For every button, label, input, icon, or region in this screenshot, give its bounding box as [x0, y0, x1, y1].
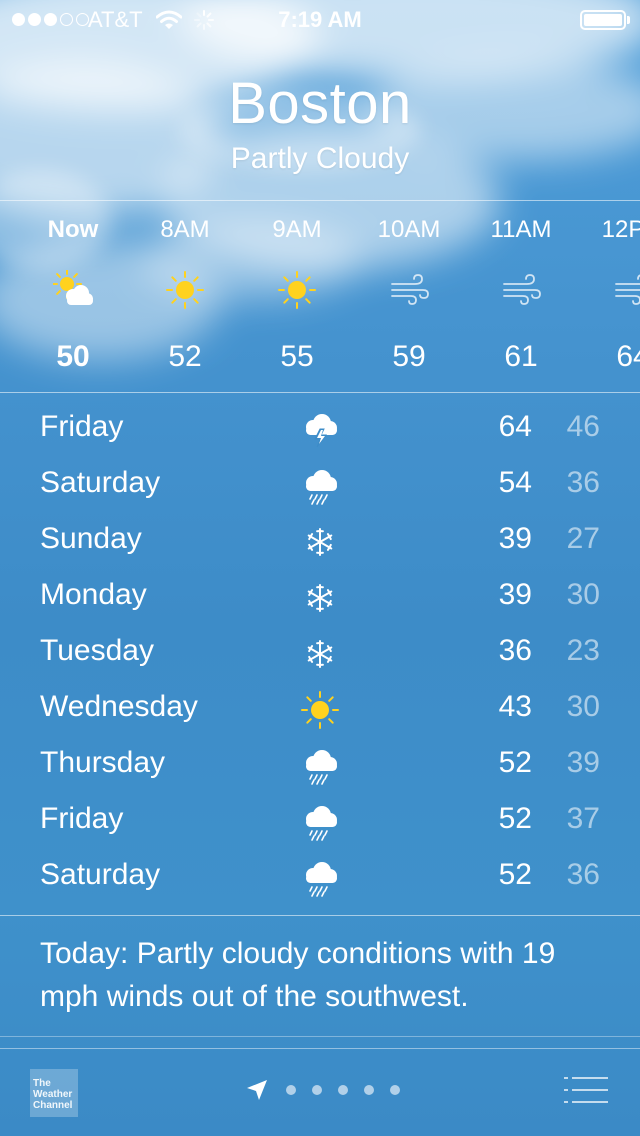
hourly-item: Now 50: [17, 202, 129, 392]
snow-icon: [300, 578, 340, 618]
snow-icon: [300, 522, 340, 562]
hour-temperature: 50: [56, 340, 90, 373]
daily-row: Wednesday 43 30: [0, 680, 640, 736]
wind-icon: [389, 270, 429, 310]
thunderstorm-icon: [300, 410, 340, 450]
high-temperature: 43: [498, 690, 532, 723]
wind-icon: [501, 270, 541, 310]
day-name: Monday: [40, 578, 147, 611]
day-name: Tuesday: [40, 634, 154, 667]
day-name: Wednesday: [40, 690, 198, 723]
rain-icon: [300, 466, 340, 506]
hour-temperature: 64: [616, 340, 640, 373]
high-temperature: 39: [498, 578, 532, 611]
low-temperature: 27: [566, 522, 600, 555]
hour-label: 10AM: [377, 216, 441, 243]
hourly-item: 11AM 61: [465, 202, 577, 392]
hourly-item: 12PM 64: [577, 202, 640, 392]
wind-icon: [613, 270, 640, 310]
logo-line: Channel: [33, 1100, 73, 1111]
low-temperature: 37: [566, 802, 600, 835]
divider-summary: [0, 1036, 640, 1037]
high-temperature: 64: [498, 410, 532, 443]
high-temperature: 52: [498, 746, 532, 779]
sun-icon: [165, 270, 205, 310]
status-time: 7:19 AM: [278, 7, 362, 32]
daily-row: Thursday 52 39: [0, 736, 640, 792]
day-name: Sunday: [40, 522, 142, 555]
day-name: Friday: [40, 802, 124, 835]
hour-temperature: 61: [504, 340, 538, 373]
divider-daily: [0, 915, 640, 916]
daily-row: Sunday 39 27: [0, 512, 640, 568]
low-temperature: 23: [566, 634, 600, 667]
hour-temperature: 52: [168, 340, 202, 373]
hourly-item: 9AM 55: [241, 202, 353, 392]
hour-label: 12PM: [601, 216, 640, 243]
daily-row: Friday 64 46: [0, 400, 640, 456]
hour-temperature: 59: [392, 340, 426, 373]
city-name: Boston: [228, 71, 412, 136]
rain-icon: [300, 746, 340, 786]
rain-icon: [300, 858, 340, 898]
high-temperature: 54: [498, 466, 532, 499]
hourly-forecast[interactable]: Now 508AM529AM5510AM 5911AM 6112PM 64: [0, 202, 640, 392]
battery-icon: [580, 10, 626, 30]
hourly-item: 10AM 59: [353, 202, 465, 392]
low-temperature: 36: [566, 466, 600, 499]
partly-cloudy-icon: [52, 269, 93, 310]
city-list-icon[interactable]: [564, 1076, 608, 1104]
hour-temperature: 55: [280, 340, 314, 373]
hour-label: 9AM: [272, 216, 322, 243]
day-name: Saturday: [40, 858, 161, 891]
high-temperature: 39: [498, 522, 532, 555]
low-temperature: 39: [566, 746, 600, 779]
low-temperature: 30: [566, 578, 600, 611]
high-temperature: 36: [498, 634, 532, 667]
weather-channel-logo[interactable]: The Weather Channel: [30, 1069, 78, 1117]
current-condition: Partly Cloudy: [230, 142, 410, 175]
low-temperature: 36: [566, 858, 600, 891]
page-dot[interactable]: [390, 1085, 400, 1095]
daily-row: Monday 39 30: [0, 568, 640, 624]
divider-top: [0, 200, 640, 201]
status-bar: AT&T 7:19 AM: [0, 0, 640, 40]
day-name: Thursday: [40, 746, 166, 779]
today-summary: Today: Partly cloudy conditions with 19 …: [40, 937, 556, 1013]
day-name: Saturday: [40, 466, 161, 499]
hour-label: Now: [47, 216, 99, 243]
divider-toolbar: [0, 1048, 640, 1049]
page-indicator[interactable]: [246, 1076, 406, 1106]
hourly-item: 8AM 52: [129, 202, 241, 392]
hour-label: 8AM: [160, 216, 210, 243]
page-dot[interactable]: [364, 1085, 374, 1095]
sun-icon: [300, 690, 340, 730]
hour-label: 11AM: [490, 216, 552, 243]
daily-row: Tuesday 36 23: [0, 624, 640, 680]
page-dot[interactable]: [312, 1085, 322, 1095]
logo-line: The: [33, 1078, 51, 1089]
rain-icon: [300, 802, 340, 842]
snow-icon: [300, 634, 340, 674]
sun-icon: [277, 270, 317, 310]
low-temperature: 30: [566, 690, 600, 723]
low-temperature: 46: [566, 410, 600, 443]
daily-row: Friday 52 37: [0, 792, 640, 848]
high-temperature: 52: [498, 802, 532, 835]
logo-line: Weather: [33, 1089, 73, 1100]
high-temperature: 52: [498, 858, 532, 891]
page-dot[interactable]: [338, 1085, 348, 1095]
page-dot[interactable]: [286, 1085, 296, 1095]
divider-hourly: [0, 392, 640, 393]
daily-row: Saturday 52 36: [0, 848, 640, 904]
day-name: Friday: [40, 410, 124, 443]
daily-row: Saturday 54 36: [0, 456, 640, 512]
battery-tip: [627, 16, 630, 24]
location-arrow-icon: [247, 1080, 267, 1100]
